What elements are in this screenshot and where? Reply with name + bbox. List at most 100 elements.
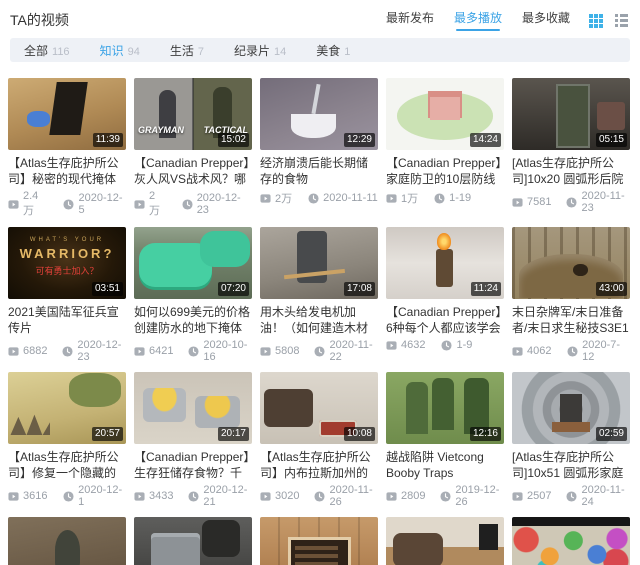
video-title[interactable]: 用木头给发电机加油！（如何建造木材气化炉） bbox=[260, 304, 378, 336]
video-title[interactable]: 越战陷阱 Vietcong Booby Traps bbox=[386, 449, 504, 481]
filter-label: 纪录片 bbox=[233, 43, 270, 58]
video-title[interactable]: 【Canadian Prepper】生存狂储存食物？千万别犯这种错误 bbox=[134, 449, 252, 481]
video-card[interactable]: 07:20 如何以699美元的价格创建防水的地下掩体和食物储藏室 6421 20… bbox=[134, 227, 252, 363]
desert-bunker-hatch-thumbnail[interactable]: 11:39 bbox=[8, 78, 126, 150]
view-count: 4062 bbox=[527, 345, 552, 357]
publish-date: 2020-11-11 bbox=[323, 192, 378, 204]
video-meta: 3433 2020-12-21 bbox=[134, 484, 252, 508]
europe-map-thumbnail[interactable]: 08:25 bbox=[512, 517, 630, 565]
play-count-icon bbox=[134, 199, 145, 209]
army-recruitment-dark-thumbnail[interactable]: WHAT'S YOUR WARRIOR? 可有勇士加入？ 03:51 bbox=[8, 227, 126, 299]
home-defense-diagram-thumbnail[interactable]: 14:24 bbox=[386, 78, 504, 150]
video-card[interactable]: 41:36 末日杂牌军/末日准备者/末日求生秘技S3E2求生天堂熟肉 2465 … bbox=[8, 517, 126, 565]
play-count-icon bbox=[8, 199, 19, 209]
list-view-icon[interactable] bbox=[614, 13, 628, 27]
video-card[interactable]: 14:24 【Canadian Prepper】家庭防卫的10层防线 1万 1-… bbox=[386, 78, 504, 218]
page-header: TA的视频 最新发布 最多播放 最多收藏 bbox=[0, 0, 640, 31]
publish-date: 2020-11-26 bbox=[329, 484, 373, 508]
video-title[interactable]: [Atlas生存庇护所公司]10x51 圆弧形家庭地堡8人2卧室 bbox=[512, 449, 630, 481]
view-count: 2万 bbox=[275, 193, 293, 205]
play-count-icon bbox=[134, 346, 145, 356]
video-title[interactable]: 【Canadian Prepper】灰人风VS战术风？哪种风格更适合生存 bbox=[134, 155, 252, 187]
video-card[interactable]: 20:17 【Canadian Prepper】生存狂储存食物？千万别犯这种错误… bbox=[134, 372, 252, 508]
video-card[interactable]: 10:08 【Atlas生存庇护所公司】内布拉斯加州的防空洞藏在一个筒仓下 30… bbox=[260, 372, 378, 508]
play-count-icon bbox=[8, 491, 19, 501]
man-in-camo-rocks-thumbnail[interactable]: 41:36 bbox=[8, 517, 126, 565]
vietcong-cartoon-thumbnail[interactable]: 12:16 bbox=[386, 372, 504, 444]
green-water-tanks-thumbnail[interactable]: 07:20 bbox=[134, 227, 252, 299]
video-title[interactable]: [Atlas生存庇护所公司]10x20 圆弧形后院地堡 bbox=[512, 155, 630, 187]
grayman-vs-tactical-split-thumbnail[interactable]: GRAYMAN TACTICAL 15:02 bbox=[134, 78, 252, 150]
sort-tab[interactable]: 最新发布 bbox=[386, 9, 434, 30]
backyard-bunker-living-room-thumbnail[interactable]: 10:02 bbox=[386, 517, 504, 565]
duration-badge: 03:51 bbox=[91, 282, 123, 296]
clock-icon bbox=[567, 345, 578, 357]
publish-date: 2020-11-23 bbox=[581, 190, 625, 214]
video-card[interactable]: 05:15 [Atlas生存庇护所公司]10x20 圆弧形后院地堡 7581 2… bbox=[512, 78, 630, 218]
dry-grass-hillside-thumbnail[interactable]: 20:57 bbox=[8, 372, 126, 444]
clock-icon bbox=[63, 198, 75, 210]
video-card[interactable]: 12:29 经济崩溃后能长期储存的食物 2万 2020-11-11 bbox=[260, 78, 378, 218]
video-card[interactable]: 12:16 越战陷阱 Vietcong Booby Traps 2809 201… bbox=[386, 372, 504, 508]
video-card[interactable]: 43:00 末日杂牌军/末日准备者/末日求生秘技S3E1危机倒数熟肉 4062 … bbox=[512, 227, 630, 363]
video-meta: 3616 2020-12-1 bbox=[8, 484, 126, 508]
filter-item[interactable]: 生活 7 bbox=[170, 42, 204, 59]
video-card[interactable]: 08:25 波兰战役 ▶ 德国为何入侵波兰？为何波兰溃不成军？ 1695 202… bbox=[512, 517, 630, 565]
filter-count: 7 bbox=[197, 45, 204, 58]
video-card[interactable]: 20:57 【Atlas生存庇护所公司】修复一个隐藏的现代末日避难地堡 3616… bbox=[8, 372, 126, 508]
trash-bin-gear-thumbnail[interactable]: 43:56 bbox=[134, 517, 252, 565]
video-title[interactable]: 【Canadian Prepper】家庭防卫的10层防线 bbox=[386, 155, 504, 187]
filter-count: 94 bbox=[127, 45, 140, 58]
sort-tab[interactable]: 最多播放 bbox=[454, 9, 502, 31]
video-title[interactable]: 【Canadian Prepper】6种每个人都应该学会的简易营地生火方 bbox=[386, 304, 504, 336]
clock-icon bbox=[188, 490, 199, 502]
view-toggles bbox=[588, 13, 628, 27]
video-title[interactable]: 2021美国陆军征兵宣传片 bbox=[8, 304, 126, 336]
grid-view-icon[interactable] bbox=[588, 13, 602, 27]
video-title[interactable]: 【Atlas生存庇护所公司】内布拉斯加州的防空洞藏在一个筒仓下 bbox=[260, 449, 378, 481]
video-card[interactable]: 17:08 用木头给发电机加油！（如何建造木材气化炉） 5808 2020-11… bbox=[260, 227, 378, 363]
forest-mound-shelter-thumbnail[interactable]: 43:00 bbox=[512, 227, 630, 299]
filter-count: 14 bbox=[273, 45, 287, 58]
floor-trapdoor-thumbnail[interactable]: 14:49 bbox=[260, 517, 378, 565]
video-card[interactable]: 14:49 【Atlas生存庇护所公司】这个价值13万美元的庇护所内部很大 19… bbox=[260, 517, 378, 565]
video-card[interactable]: 02:59 [Atlas生存庇护所公司]10x51 圆弧形家庭地堡8人2卧室 2… bbox=[512, 372, 630, 508]
publish-date: 2020-10-16 bbox=[203, 339, 248, 363]
sort-tab-label: 最多收藏 bbox=[521, 11, 570, 25]
view-count: 2万 bbox=[149, 190, 160, 217]
filter-count: 1 bbox=[344, 45, 351, 58]
burning-log-in-snow-thumbnail[interactable]: 11:24 bbox=[386, 227, 504, 299]
sort-tab-label: 最新发布 bbox=[385, 11, 434, 25]
filter-count: 116 bbox=[52, 45, 70, 58]
clock-icon bbox=[566, 490, 578, 502]
video-title[interactable]: 如何以699美元的价格创建防水的地下掩体和食物储藏室 bbox=[134, 304, 252, 336]
duration-badge: 02:59 bbox=[595, 427, 627, 441]
filter-item[interactable]: 全部 116 bbox=[24, 42, 70, 59]
play-count-icon bbox=[512, 491, 523, 501]
video-meta: 2万 2020-11-11 bbox=[260, 190, 378, 206]
video-title[interactable]: 经济崩溃后能长期储存的食物 bbox=[260, 155, 378, 187]
pots-of-pasta-thumbnail[interactable]: 20:17 bbox=[134, 372, 252, 444]
video-card[interactable]: 11:39 【Atlas生存庇护所公司】秘密的现代掩体在世界末日装满了补给 2.… bbox=[8, 78, 126, 218]
sort-tabs: 最新发布 最多播放 最多收藏 bbox=[386, 9, 570, 31]
video-title[interactable]: 【Atlas生存庇护所公司】秘密的现代掩体在世界末日装满了补给 bbox=[8, 155, 126, 187]
bunker-interior-green-door-thumbnail[interactable]: 05:15 bbox=[512, 78, 630, 150]
video-card[interactable]: 10:02 5种应该修建的后院地堡 1914 2020-10-18 bbox=[386, 517, 504, 565]
video-title[interactable]: 【Atlas生存庇护所公司】修复一个隐藏的现代末日避难地堡 bbox=[8, 449, 126, 481]
video-card[interactable]: WHAT'S YOUR WARRIOR? 可有勇士加入？ 03:51 2021美… bbox=[8, 227, 126, 363]
sort-tab[interactable]: 最多收藏 bbox=[522, 9, 570, 30]
video-card[interactable]: GRAYMAN TACTICAL 15:02 【Canadian Prepper… bbox=[134, 78, 252, 218]
wood-gasifier-thumbnail[interactable]: 17:08 bbox=[260, 227, 378, 299]
duration-badge: 11:24 bbox=[470, 282, 501, 296]
video-card[interactable]: 11:24 【Canadian Prepper】6种每个人都应该学会的简易营地生… bbox=[386, 227, 504, 363]
view-count: 2809 bbox=[401, 490, 426, 502]
coffee-cup-thumbnail[interactable]: 12:29 bbox=[260, 78, 378, 150]
filter-item[interactable]: 美食 1 bbox=[316, 42, 350, 59]
video-card[interactable]: 43:56 末日杂牌军/末日准备者/末日求生秘技S3E11顶级存活 2203 2… bbox=[134, 517, 252, 565]
round-tunnel-bunker-thumbnail[interactable]: 02:59 bbox=[512, 372, 630, 444]
video-title[interactable]: 末日杂牌军/末日准备者/末日求生秘技S3E1危机倒数熟肉 bbox=[512, 304, 630, 336]
thumb-overlay-text: WARRIOR? bbox=[19, 246, 115, 261]
filter-item[interactable]: 知识 94 bbox=[100, 42, 140, 59]
filter-item[interactable]: 纪录片 14 bbox=[234, 42, 286, 59]
shelter-living-room-thumbnail[interactable]: 10:08 bbox=[260, 372, 378, 444]
